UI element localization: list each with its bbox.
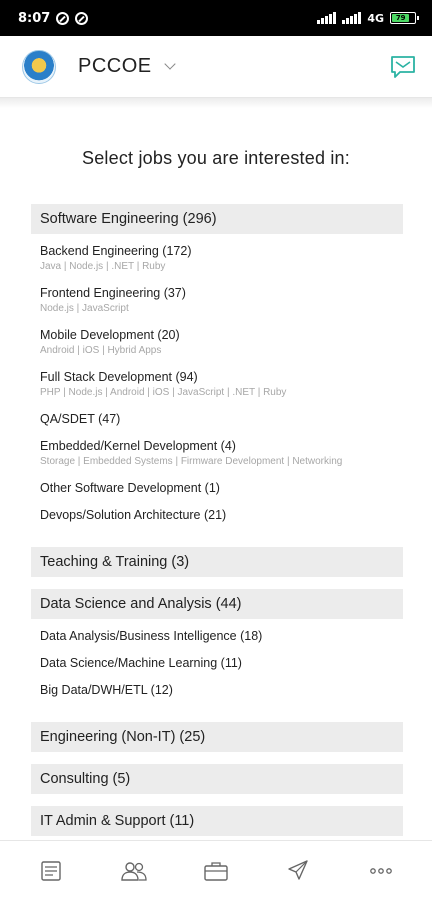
subcategory-title: Embedded/Kernel Development (4) — [40, 439, 236, 453]
subcategory-item[interactable]: Full Stack Development (94) PHP | Node.js… — [31, 370, 403, 412]
chevron-down-icon[interactable] — [163, 58, 176, 70]
bottom-nav — [0, 840, 432, 900]
category-header[interactable]: Data Science and Analysis (44) — [31, 589, 403, 619]
message-icon[interactable] — [390, 55, 416, 79]
category-header[interactable]: IT Admin & Support (11) — [31, 806, 403, 836]
org-name[interactable]: PCCOE — [78, 55, 152, 78]
briefcase-icon[interactable] — [196, 851, 236, 891]
subcategory-title: Frontend Engineering (37) — [40, 286, 186, 300]
subcategory-item[interactable]: Data Analysis/Business Intelligence (18) — [31, 629, 403, 656]
college-emblem-icon — [22, 49, 56, 84]
category-header[interactable]: Consulting (5) — [31, 764, 403, 794]
subcategory-title: Data Science/Machine Learning (11) — [40, 656, 242, 670]
subcategory-item[interactable]: Big Data/DWH/ETL (12) — [31, 683, 403, 710]
more-icon[interactable] — [361, 851, 401, 891]
category-header[interactable]: Software Engineering (296) — [31, 204, 403, 234]
feed-icon[interactable] — [31, 851, 71, 891]
signal-icon — [342, 12, 362, 24]
subcategory-title: QA/SDET (47) — [40, 412, 121, 426]
subcategory-item[interactable]: Frontend Engineering (37) Node.js | JavaS… — [31, 286, 403, 328]
subcategory-tags: Java | Node.js | .NET | Ruby — [40, 261, 166, 272]
subcategory-tags: Storage | Embedded Systems | Firmware De… — [40, 456, 343, 467]
subcategory-item[interactable]: Data Science/Machine Learning (11) — [31, 656, 403, 683]
subcategory-item[interactable]: Mobile Development (20) Android | iOS | H… — [31, 328, 403, 370]
subcategory-title: Backend Engineering (172) — [40, 244, 192, 258]
people-icon[interactable] — [114, 851, 154, 891]
rocket-icon[interactable] — [278, 851, 318, 891]
app-header: PCCOE — [0, 36, 432, 98]
battery-icon: 79 — [390, 12, 419, 24]
status-time: 8:07 — [18, 10, 51, 26]
notification-icon — [56, 11, 70, 25]
subcategory-tags: PHP | Node.js | Android | iOS | JavaScri… — [40, 387, 287, 398]
subcategory-title: Devops/Solution Architecture (21) — [40, 508, 227, 522]
subcategory-title: Data Analysis/Business Intelligence (18) — [40, 629, 263, 643]
subcategory-title: Full Stack Development (94) — [40, 370, 198, 384]
job-category-list: Software Engineering (296) Backend Engine… — [31, 204, 403, 840]
subcategory-tags: Android | iOS | Hybrid Apps — [40, 345, 162, 356]
page-title: Select jobs you are interested in: — [82, 148, 350, 168]
subcategory-tags: Node.js | JavaScript — [40, 303, 129, 314]
subcategory-item[interactable]: QA/SDET (47) — [31, 412, 403, 439]
subcategory-item[interactable]: Embedded/Kernel Development (4) Storage |… — [31, 439, 403, 481]
subcategory-title: Other Software Development (1) — [40, 481, 220, 495]
signal-icon — [317, 12, 337, 24]
notification-icon — [75, 11, 89, 25]
subcategory-item[interactable]: Other Software Development (1) — [31, 481, 403, 508]
battery-level: 79 — [392, 14, 410, 22]
category-header[interactable]: Teaching & Training (3) — [31, 547, 403, 577]
subcategory-title: Big Data/DWH/ETL (12) — [40, 683, 173, 697]
category-header[interactable]: Engineering (Non-IT) (25) — [31, 722, 403, 752]
subcategory-title: Mobile Development (20) — [40, 328, 180, 342]
subcategory-item[interactable]: Devops/Solution Architecture (21) — [31, 508, 403, 535]
status-bar: 8:07 4G 79 — [0, 0, 432, 36]
network-label: 4G — [367, 11, 384, 25]
subcategory-item[interactable]: Backend Engineering (172) Java | Node.js … — [31, 244, 403, 286]
content-area[interactable]: Select jobs you are interested in: Softw… — [0, 108, 432, 840]
